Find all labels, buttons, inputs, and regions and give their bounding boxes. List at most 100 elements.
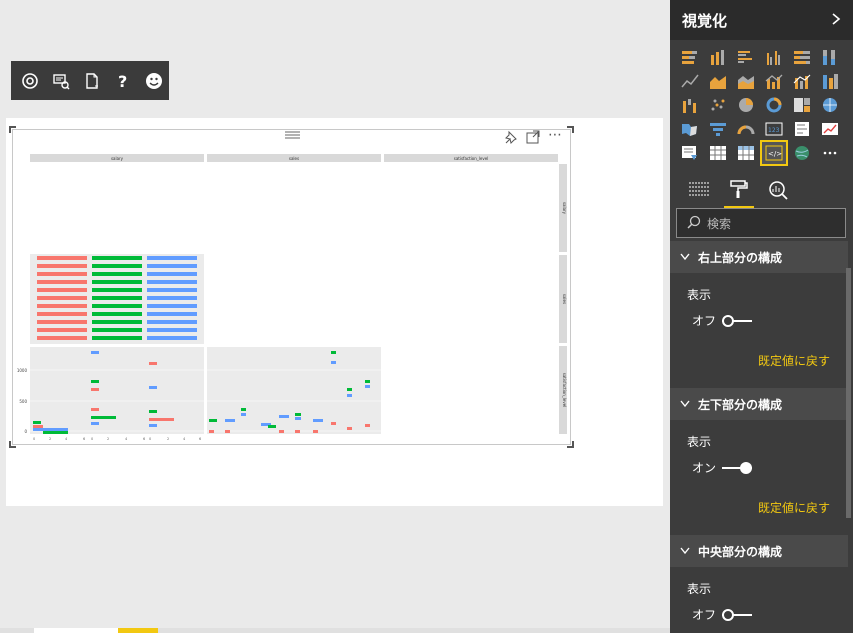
y-tick: 1000: [17, 368, 28, 373]
section-header-center[interactable]: 中央部分の構成: [670, 535, 848, 567]
svg-text:6: 6: [83, 437, 85, 441]
pie-chart-icon[interactable]: [734, 94, 758, 116]
more-visuals-icon[interactable]: [818, 142, 842, 164]
100-stacked-bar-icon[interactable]: [790, 46, 814, 68]
area-chart-icon[interactable]: [706, 70, 730, 92]
100-stacked-column-icon[interactable]: [818, 46, 842, 68]
section-title: 左下部分の構成: [698, 397, 783, 412]
reset-default-link[interactable]: 既定値に戻す: [758, 499, 830, 516]
treemap-icon[interactable]: [790, 94, 814, 116]
line-stacked-column-icon[interactable]: [790, 70, 814, 92]
reset-default-link[interactable]: 既定値に戻す: [758, 352, 830, 369]
funnel-icon[interactable]: [706, 118, 730, 140]
section-header-top-right[interactable]: 右上部分の構成: [670, 241, 848, 273]
section-header-bottom-left[interactable]: 左下部分の構成: [670, 388, 848, 420]
donut-chart-icon[interactable]: [762, 94, 786, 116]
gauge-icon[interactable]: [734, 118, 758, 140]
search-placeholder: 検索: [707, 216, 732, 231]
line-clustered-column-icon[interactable]: [762, 70, 786, 92]
display-toggle[interactable]: オフ: [692, 606, 753, 623]
svg-text:2: 2: [107, 437, 109, 441]
svg-text:123: 123: [768, 127, 780, 134]
fields-tab-icon[interactable]: [684, 172, 714, 208]
svg-text:?: ?: [118, 72, 127, 90]
kpi-icon[interactable]: [818, 118, 842, 140]
toggle-switch[interactable]: [722, 314, 753, 327]
matrix-icon[interactable]: [734, 142, 758, 164]
svg-text:0: 0: [33, 437, 35, 441]
page-tab-strip: [0, 628, 670, 633]
svg-text:4: 4: [65, 437, 68, 441]
section-body-bottom-left: 表示 オン 既定値に戻す: [670, 420, 848, 530]
stacked-bar-icon[interactable]: [678, 46, 702, 68]
pane-tabs: [670, 172, 853, 208]
svg-text:2: 2: [49, 437, 51, 441]
resize-handle[interactable]: [9, 126, 16, 133]
pane-header: 視覚化: [670, 0, 853, 40]
svg-text:0: 0: [91, 437, 93, 441]
r-script-visual-icon[interactable]: </>: [760, 140, 788, 166]
svg-text:4: 4: [125, 437, 128, 441]
multi-row-card-icon[interactable]: [790, 118, 814, 140]
pane-scrollbar[interactable]: [846, 268, 851, 518]
toggle-switch[interactable]: [722, 461, 753, 474]
toggle-switch[interactable]: [722, 608, 753, 621]
sales-by-salary-bars: [30, 254, 204, 344]
table-icon[interactable]: [706, 142, 730, 164]
new-page-icon[interactable]: [81, 70, 103, 92]
scatter-chart-icon[interactable]: [706, 94, 730, 116]
explore-data-icon[interactable]: [50, 70, 72, 92]
facet-row-label: satisfaction_level: [562, 373, 567, 408]
ribbon-chart-icon[interactable]: [818, 70, 842, 92]
facet-row-label: salary: [562, 202, 567, 215]
facet-col-label: satisfaction_level: [454, 156, 489, 161]
clustered-bar-icon[interactable]: [734, 46, 758, 68]
facet-row-label: sales: [562, 294, 567, 304]
chevron-down-icon: [680, 544, 690, 558]
waterfall-icon[interactable]: [678, 94, 702, 116]
visualizations-pane: 視覚化 123 </> 検索 右上部分の構成 表示 オフ 既定値に戻す 左下部分…: [670, 0, 853, 633]
display-label: 表示: [687, 582, 712, 596]
resize-handle[interactable]: [567, 126, 574, 133]
analytics-tab-icon[interactable]: [764, 172, 794, 208]
stacked-area-icon[interactable]: [734, 70, 758, 92]
resize-handle[interactable]: [567, 441, 574, 448]
toggle-state-label: オフ: [692, 314, 717, 328]
filled-map-icon[interactable]: [678, 118, 702, 140]
chevron-down-icon: [680, 250, 690, 264]
feedback-smiley-icon[interactable]: [143, 70, 165, 92]
card-icon[interactable]: 123: [762, 118, 786, 140]
search-icon: [687, 215, 701, 232]
collapse-chevron-icon[interactable]: [831, 11, 841, 30]
display-label: 表示: [687, 288, 712, 302]
facet-col-label: salary: [111, 156, 124, 161]
section-title: 右上部分の構成: [698, 250, 783, 265]
display-toggle[interactable]: オフ: [692, 312, 753, 329]
map-icon[interactable]: [818, 94, 842, 116]
visual-type-gallery: 123 </>: [678, 46, 846, 166]
stacked-column-icon[interactable]: [706, 46, 730, 68]
y-tick: 500: [19, 399, 27, 404]
resize-handle[interactable]: [9, 441, 16, 448]
format-paint-roller-icon[interactable]: [724, 172, 754, 208]
drag-grip-icon[interactable]: [285, 131, 300, 139]
toggle-state-label: オフ: [692, 608, 717, 622]
section-title: 中央部分の構成: [698, 544, 783, 559]
slicer-icon[interactable]: [678, 142, 702, 164]
help-icon[interactable]: ?: [112, 70, 134, 92]
r-script-visual[interactable]: ⋯ salary sales satisfaction_level salary…: [9, 126, 574, 448]
page-tab[interactable]: [34, 628, 118, 633]
focus-mode-icon[interactable]: [19, 70, 41, 92]
facet-col-label: sales: [289, 156, 299, 161]
display-toggle[interactable]: オン: [692, 459, 753, 476]
chevron-down-icon: [680, 397, 690, 411]
toggle-state-label: オン: [692, 461, 717, 475]
section-body-center: 表示 オフ: [670, 567, 848, 633]
line-chart-icon[interactable]: [678, 70, 702, 92]
active-page-tab-indicator[interactable]: [118, 628, 158, 633]
svg-text:0: 0: [149, 437, 151, 441]
clustered-column-icon[interactable]: [762, 46, 786, 68]
globe-icon[interactable]: [790, 142, 814, 164]
floating-toolbar: ?: [11, 61, 169, 100]
search-input[interactable]: 検索: [676, 208, 846, 238]
